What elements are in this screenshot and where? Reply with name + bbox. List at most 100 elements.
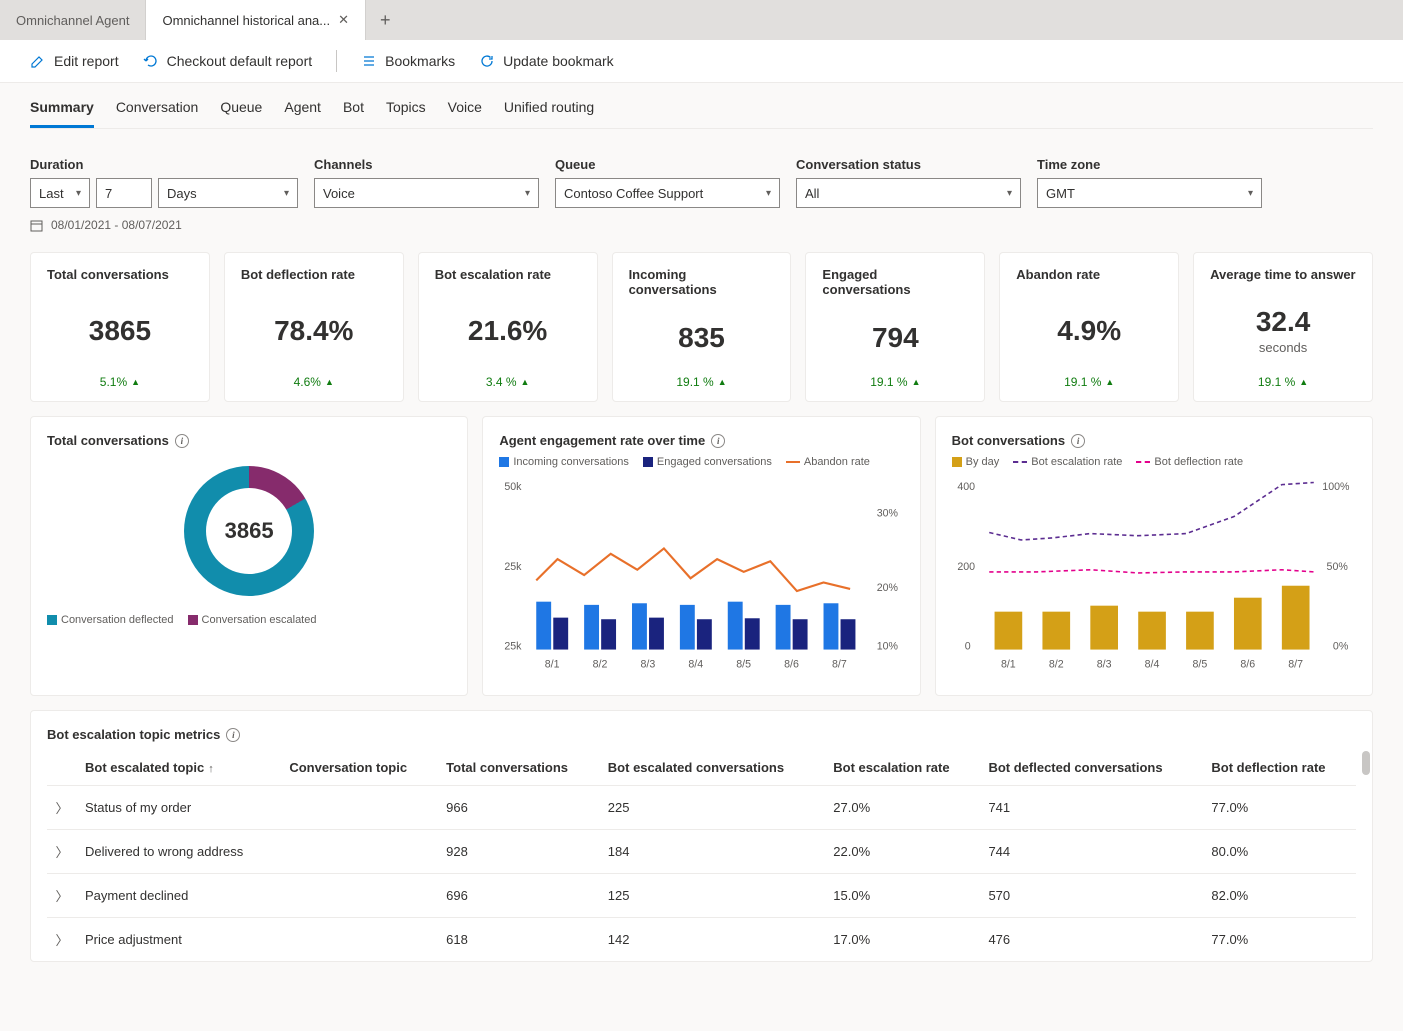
cell-total: 618 [438, 918, 600, 962]
kpi-title: Abandon rate [1016, 267, 1162, 282]
kpi-row: Total conversations 3865 5.1% ▲ Bot defl… [30, 252, 1373, 402]
channels-label: Channels [314, 157, 539, 172]
legend-item: Bot deflection rate [1136, 456, 1243, 468]
kpi-title: Average time to answer [1210, 267, 1356, 282]
chevron-down-icon: ▾ [1007, 188, 1012, 199]
svg-text:8/6: 8/6 [784, 659, 799, 671]
tab-voice[interactable]: Voice [448, 99, 482, 128]
kpi-title: Engaged conversations [822, 267, 968, 297]
undo-icon [143, 53, 159, 69]
new-tab-button[interactable]: + [366, 10, 405, 31]
table-title: Bot escalation topic metrics [47, 727, 220, 742]
table-row[interactable]: 〉 Status of my order 966 225 27.0% 741 7… [47, 786, 1356, 830]
status-select[interactable]: All▾ [796, 178, 1021, 208]
svg-text:30%: 30% [877, 508, 899, 520]
cell-total: 696 [438, 874, 600, 918]
cell-escalated: 125 [600, 874, 825, 918]
cell-escalation-rate: 17.0% [825, 918, 980, 962]
cell-topic: Price adjustment [77, 918, 281, 962]
col-header[interactable]: Total conversations [438, 750, 600, 786]
update-bookmark-button[interactable]: Update bookmark [479, 53, 614, 69]
tab-conversation[interactable]: Conversation [116, 99, 199, 128]
cell-deflection-rate: 77.0% [1203, 918, 1356, 962]
tab-agent[interactable]: Agent [284, 99, 321, 128]
legend-item: Conversation escalated [188, 614, 317, 626]
expand-icon[interactable]: 〉 [47, 918, 77, 962]
donut-center-value: 3865 [184, 466, 314, 596]
svg-text:8/7: 8/7 [1288, 659, 1303, 671]
col-header[interactable]: Bot escalation rate [825, 750, 980, 786]
kpi-trend: 19.1 % ▲ [1210, 375, 1356, 389]
chart-row: Total conversationsi 3865 Conversation d… [30, 416, 1373, 696]
col-header[interactable]: Bot escalated topic↑ [77, 750, 281, 786]
kpi-trend: 4.6% ▲ [241, 375, 387, 389]
queue-select[interactable]: Contoso Coffee Support▾ [555, 178, 780, 208]
calendar-icon [30, 219, 43, 232]
table-row[interactable]: 〉 Payment declined 696 125 15.0% 570 82.… [47, 874, 1356, 918]
table-row[interactable]: 〉 Delivered to wrong address 928 184 22.… [47, 830, 1356, 874]
info-icon[interactable]: i [226, 728, 240, 742]
kpi-trend: 5.1% ▲ [47, 375, 193, 389]
svg-text:8/3: 8/3 [641, 659, 656, 671]
svg-text:50%: 50% [1326, 561, 1348, 573]
svg-text:8/2: 8/2 [1048, 659, 1063, 671]
col-header[interactable]: Bot deflected conversations [980, 750, 1203, 786]
chart-title-text: Bot conversations [952, 433, 1065, 448]
svg-text:25k: 25k [505, 641, 523, 653]
svg-text:8/1: 8/1 [1001, 659, 1016, 671]
chevron-down-icon: ▾ [1248, 188, 1253, 199]
svg-text:20%: 20% [877, 582, 899, 594]
bot-conversations-card: Bot conversationsi By day Bot escalation… [935, 416, 1373, 696]
pencil-icon [30, 53, 46, 69]
kpi-card: Bot deflection rate 78.4% 4.6% ▲ [224, 252, 404, 402]
scrollbar[interactable] [1362, 751, 1370, 775]
duration-value-input[interactable]: 7 [96, 178, 152, 208]
expand-icon[interactable]: 〉 [47, 874, 77, 918]
duration-label: Duration [30, 157, 298, 172]
col-header[interactable]: Bot escalated conversations [600, 750, 825, 786]
close-icon[interactable]: ✕ [338, 12, 349, 28]
svg-text:25k: 25k [505, 561, 523, 573]
app-tab-agent[interactable]: Omnichannel Agent [0, 0, 146, 40]
legend-item: Incoming conversations [499, 456, 629, 468]
info-icon[interactable]: i [711, 434, 725, 448]
trend-up-icon: ▲ [718, 377, 727, 387]
tab-topics[interactable]: Topics [386, 99, 426, 128]
cell-conv-topic [281, 918, 438, 962]
table-row[interactable]: 〉 Price adjustment 618 142 17.0% 476 77.… [47, 918, 1356, 962]
svg-text:50k: 50k [505, 481, 523, 493]
tab-bot[interactable]: Bot [343, 99, 364, 128]
legend-item: Engaged conversations [643, 456, 772, 468]
expand-icon[interactable]: 〉 [47, 830, 77, 874]
cell-total: 928 [438, 830, 600, 874]
legend-item: Abandon rate [786, 456, 870, 468]
info-icon[interactable]: i [1071, 434, 1085, 448]
checkout-default-button[interactable]: Checkout default report [143, 53, 313, 69]
duration-unit-select[interactable]: Days▾ [158, 178, 298, 208]
cell-deflected: 741 [980, 786, 1203, 830]
col-header[interactable]: Conversation topic [281, 750, 438, 786]
duration-mode-select[interactable]: Last▾ [30, 178, 90, 208]
info-icon[interactable]: i [175, 434, 189, 448]
filter-bar: Duration Last▾ 7 Days▾ Channels Voice▾ Q… [30, 157, 1373, 208]
kpi-trend: 19.1 % ▲ [822, 375, 968, 389]
cell-deflection-rate: 80.0% [1203, 830, 1356, 874]
app-tab-historical[interactable]: Omnichannel historical ana... ✕ [146, 0, 366, 40]
timezone-select[interactable]: GMT▾ [1037, 178, 1262, 208]
kpi-title: Total conversations [47, 267, 193, 282]
col-header[interactable]: Bot deflection rate [1203, 750, 1356, 786]
engagement-rate-card: Agent engagement rate over timei Incomin… [482, 416, 920, 696]
kpi-title: Incoming conversations [629, 267, 775, 297]
tab-summary[interactable]: Summary [30, 99, 94, 128]
nav-tabs: Summary Conversation Queue Agent Bot Top… [30, 83, 1373, 129]
expand-icon[interactable]: 〉 [47, 786, 77, 830]
channels-select[interactable]: Voice▾ [314, 178, 539, 208]
tab-queue[interactable]: Queue [220, 99, 262, 128]
cell-conv-topic [281, 786, 438, 830]
tab-unified-routing[interactable]: Unified routing [504, 99, 594, 128]
trend-up-icon: ▲ [521, 377, 530, 387]
donut-chart: 3865 [184, 466, 314, 596]
bookmarks-button[interactable]: Bookmarks [361, 53, 455, 69]
edit-report-button[interactable]: Edit report [30, 53, 119, 69]
kpi-value: 835 [629, 307, 775, 369]
